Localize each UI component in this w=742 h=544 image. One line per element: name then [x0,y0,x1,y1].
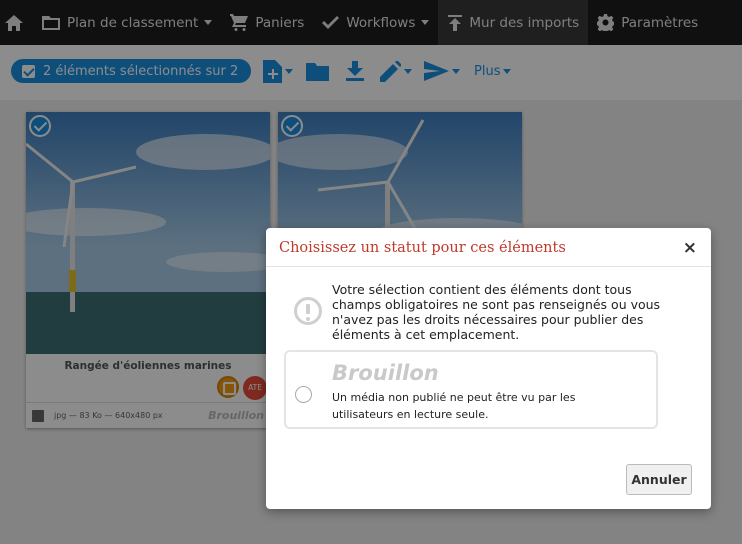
dialog-header: Choisissez un statut pour ces éléments × [266,228,711,267]
option-title: Brouillon [332,361,439,385]
status-option-brouillon[interactable]: Brouillon Un média non publié ne peut êt… [284,350,658,429]
close-icon[interactable]: × [683,238,697,258]
status-radio[interactable] [295,386,312,403]
status-dialog: Choisissez un statut pour ces éléments ×… [266,228,711,509]
dialog-title: Choisissez un statut pour ces éléments [279,240,566,256]
warning-icon [294,297,322,325]
cancel-button[interactable]: Annuler [626,464,692,495]
warning-text: Votre sélection contient des éléments do… [332,282,661,342]
option-description: Un média non publié ne peut être vu par … [332,391,576,421]
